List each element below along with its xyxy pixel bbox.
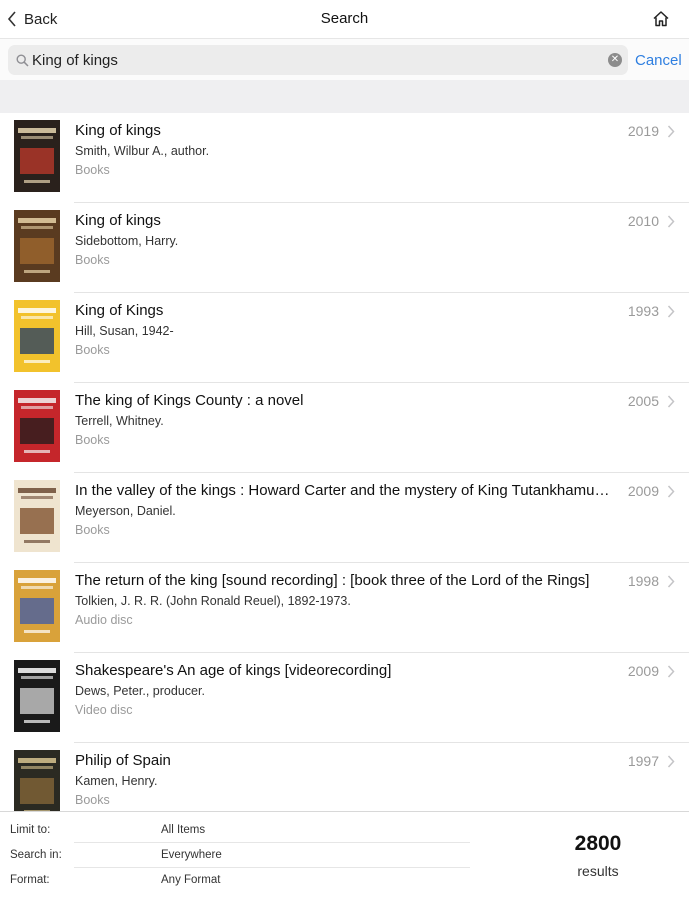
result-count-label: results	[577, 863, 619, 879]
result-author: Kamen, Henry.	[75, 774, 158, 788]
chevron-right-icon	[667, 125, 675, 138]
result-author: Meyerson, Daniel.	[75, 504, 176, 518]
book-cover	[14, 120, 60, 192]
book-cover	[14, 750, 60, 811]
book-cover	[14, 480, 60, 552]
book-cover	[14, 570, 60, 642]
result-format: Books	[75, 793, 110, 807]
limit-to-value[interactable]: All Items	[161, 824, 205, 836]
section-spacer	[0, 80, 689, 113]
result-row[interactable]: The return of the king [sound recording]…	[0, 563, 689, 653]
result-title: In the valley of the kings : Howard Cart…	[75, 482, 613, 499]
book-cover-image	[14, 390, 60, 462]
chevron-right-icon	[667, 305, 675, 318]
result-author: Smith, Wilbur A., author.	[75, 144, 210, 158]
result-format: Books	[75, 163, 110, 177]
result-title: King of kings	[75, 212, 161, 229]
result-year: 2009	[627, 663, 659, 679]
book-cover	[14, 390, 60, 462]
result-format: Books	[75, 253, 110, 267]
result-title: Shakespeare's An age of kings [videoreco…	[75, 662, 392, 679]
search-in-label: Search in:	[10, 849, 62, 861]
book-cover-image	[14, 750, 60, 811]
result-year: 2005	[627, 393, 659, 409]
book-cover-image	[14, 120, 60, 192]
result-format: Books	[75, 433, 110, 447]
result-row[interactable]: Philip of Spain Kamen, Henry. Books 1997	[0, 743, 689, 811]
search-bar: ✕ Cancel	[0, 38, 689, 80]
book-cover-image	[14, 300, 60, 372]
book-cover-image	[14, 480, 60, 552]
result-row[interactable]: Shakespeare's An age of kings [videoreco…	[0, 653, 689, 743]
format-label: Format:	[10, 874, 50, 886]
result-count: 2800	[574, 832, 622, 855]
format-value[interactable]: Any Format	[161, 874, 220, 886]
result-row[interactable]: The king of Kings County : a novel Terrel…	[0, 383, 689, 473]
chevron-right-icon	[667, 215, 675, 228]
book-cover	[14, 210, 60, 282]
cancel-button[interactable]: Cancel	[635, 52, 682, 69]
result-author: Sidebottom, Harry.	[75, 234, 179, 248]
result-row[interactable]: King of kings Sidebottom, Harry. Books 2010	[0, 203, 689, 293]
result-year: 1997	[627, 753, 659, 769]
result-author: Terrell, Whitney.	[75, 414, 164, 428]
search-input[interactable]	[32, 48, 592, 72]
result-year: 2019	[627, 123, 659, 139]
result-title: King of Kings	[75, 302, 164, 319]
search-in-row[interactable]: Search in: Everywhere	[0, 843, 470, 868]
clear-icon[interactable]: ✕	[608, 53, 622, 67]
result-year: 2009	[627, 483, 659, 499]
search-options-footer: Limit to: All Items Search in: Everywher…	[0, 811, 689, 900]
result-format: Books	[75, 343, 110, 357]
chevron-right-icon	[667, 755, 675, 768]
result-author: Tolkien, J. R. R. (John Ronald Reuel), 1…	[75, 594, 351, 608]
result-year: 1993	[627, 303, 659, 319]
limit-to-row[interactable]: Limit to: All Items	[0, 818, 470, 843]
result-row[interactable]: King of kings Smith, Wilbur A., author. Bo…	[0, 113, 689, 203]
chevron-right-icon	[667, 485, 675, 498]
result-author: Hill, Susan, 1942-	[75, 324, 174, 338]
search-in-value[interactable]: Everywhere	[161, 849, 222, 861]
result-title: The return of the king [sound recording]…	[75, 572, 590, 589]
nav-bar: Back Search	[0, 0, 689, 38]
result-title: The king of Kings County : a novel	[75, 392, 304, 409]
result-row[interactable]: In the valley of the kings : Howard Cart…	[0, 473, 689, 563]
search-icon	[16, 54, 29, 67]
format-row[interactable]: Format: Any Format	[0, 868, 470, 893]
result-year: 2010	[627, 213, 659, 229]
result-format: Books	[75, 523, 110, 537]
book-cover	[14, 300, 60, 372]
result-format: Audio disc	[75, 613, 133, 627]
result-year: 1998	[627, 573, 659, 589]
page-title: Search	[320, 10, 369, 27]
chevron-right-icon	[667, 575, 675, 588]
search-field[interactable]: ✕	[8, 45, 628, 75]
result-row[interactable]: King of Kings Hill, Susan, 1942- Books 1993	[0, 293, 689, 383]
limit-to-label: Limit to:	[10, 824, 51, 836]
result-author: Dews, Peter., producer.	[75, 684, 205, 698]
book-cover-image	[14, 570, 60, 642]
result-title: Philip of Spain	[75, 752, 171, 769]
results-list[interactable]: King of kings Smith, Wilbur A., author. Bo…	[0, 113, 689, 811]
home-icon	[653, 11, 669, 27]
book-cover	[14, 660, 60, 732]
book-cover-image	[14, 210, 60, 282]
chevron-right-icon	[667, 665, 675, 678]
result-title: King of kings	[75, 122, 161, 139]
chevron-right-icon	[667, 395, 675, 408]
book-cover-image	[14, 660, 60, 732]
result-format: Video disc	[75, 703, 133, 717]
home-button[interactable]	[651, 9, 671, 29]
